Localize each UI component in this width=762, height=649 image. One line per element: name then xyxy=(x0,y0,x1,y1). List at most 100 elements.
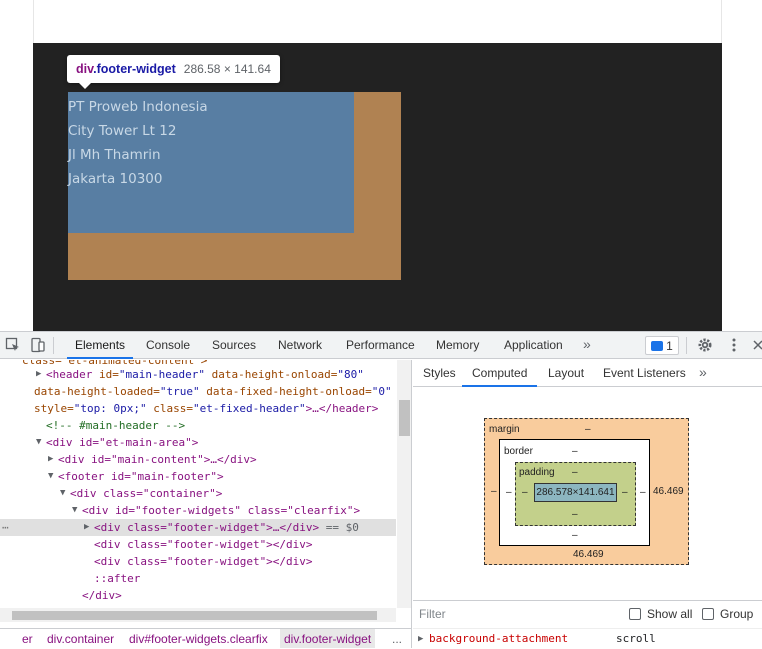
tab-sources[interactable]: Sources xyxy=(204,332,264,359)
issues-badge[interactable]: 1 xyxy=(645,336,679,355)
dom-node[interactable]: ▼ <div id="footer-widgets" class="clearf… xyxy=(0,502,396,519)
show-all-checkbox[interactable] xyxy=(629,608,641,620)
tab-event-listeners[interactable]: Event Listeners xyxy=(593,360,696,387)
dom-attr: style= xyxy=(34,402,74,415)
horizontal-scrollbar[interactable] xyxy=(0,608,396,622)
close-devtools-icon[interactable] xyxy=(752,337,762,353)
page-content: PT Proweb Indonesia City Tower Lt 12 Jl … xyxy=(33,0,722,331)
dom-tag: </div> xyxy=(82,589,122,602)
inspect-element-icon[interactable] xyxy=(5,337,21,353)
breadcrumb-item[interactable]: er xyxy=(22,629,33,648)
dom-value: "et-fixed-header" xyxy=(192,402,306,415)
dom-node[interactable]: ▶ <header id="main-header" data-height-o… xyxy=(0,366,396,383)
tab-console[interactable]: Console xyxy=(138,332,198,359)
filter-input[interactable]: Filter xyxy=(419,607,446,621)
breadcrumb-item[interactable]: div#footer-widgets.clearfix xyxy=(129,629,268,648)
padding-left-value[interactable]: – xyxy=(522,487,528,498)
dom-tree[interactable]: class="et-animated-content"> ▶ <header i… xyxy=(0,360,396,608)
dom-node[interactable]: style="top: 0px;" class="et-fixed-header… xyxy=(0,400,396,417)
breadcrumb-item[interactable]: div.container xyxy=(47,629,114,648)
dom-value: "80" xyxy=(337,368,364,381)
settings-gear-icon[interactable] xyxy=(697,337,713,353)
dom-node[interactable]: <div class="footer-widget"></div> xyxy=(0,553,396,570)
tab-application[interactable]: Application xyxy=(496,332,571,359)
tab-memory[interactable]: Memory xyxy=(428,332,487,359)
breadcrumb-item-active[interactable]: div.footer-widget xyxy=(280,629,376,648)
dom-node-selected[interactable]: ⋯ ▶ <div class="footer-widget">…</div> =… xyxy=(0,519,396,536)
address-line: Jl Mh Thamrin xyxy=(68,147,161,163)
margin-right-value[interactable]: 46.469 xyxy=(653,486,684,497)
dom-tag: <footer id="main-footer"> xyxy=(58,470,224,483)
border-right-value[interactable]: – xyxy=(640,487,646,498)
expand-triangle-icon[interactable]: ▶ xyxy=(84,519,89,536)
more-tabs-chevron-icon[interactable]: » xyxy=(583,336,591,352)
main-footer: PT Proweb Indonesia City Tower Lt 12 Jl … xyxy=(33,43,722,331)
scrollbar-thumb[interactable] xyxy=(399,400,410,436)
toolbar-divider xyxy=(53,337,54,354)
dom-node[interactable]: ▶ <div id="main-content">…</div> xyxy=(0,451,396,468)
dom-comment: <!-- #main-header --> xyxy=(46,419,186,432)
group-label: Group xyxy=(720,607,754,621)
margin-top-value[interactable]: – xyxy=(585,424,591,435)
tab-computed[interactable]: Computed xyxy=(462,360,538,387)
dom-node[interactable]: ▼ <div class="container"> xyxy=(0,485,396,502)
group-checkbox[interactable] xyxy=(702,608,714,620)
dom-node[interactable]: <div class="footer-widget"></div> xyxy=(0,536,396,553)
padding-bottom-value[interactable]: – xyxy=(572,509,578,520)
issues-icon xyxy=(651,340,664,351)
dom-node[interactable]: ▼ <div id="et-main-area"> xyxy=(0,434,396,451)
more-options-icon[interactable] xyxy=(726,337,742,353)
border-top-value[interactable]: – xyxy=(572,446,578,457)
expand-triangle-icon[interactable]: ▶ xyxy=(418,629,423,649)
vertical-scrollbar[interactable] xyxy=(397,360,411,608)
box-model-padding[interactable]: padding – – – – 286.578×141.641 xyxy=(515,462,636,526)
tab-network[interactable]: Network xyxy=(270,332,330,359)
scrollbar-thumb[interactable] xyxy=(12,611,377,620)
tab-elements[interactable]: Elements xyxy=(67,332,134,359)
tooltip-class: .footer-widget xyxy=(93,62,176,76)
address-line: Jakarta 10300 xyxy=(68,171,163,187)
breadcrumb-more[interactable]: ... xyxy=(392,629,402,648)
dom-tag: <div class="footer-widget">…</div> xyxy=(94,521,320,534)
margin-left-value[interactable]: – xyxy=(491,486,497,497)
padding-top-value[interactable]: – xyxy=(572,467,578,478)
elements-panel: class="et-animated-content"> ▶ <header i… xyxy=(0,360,412,648)
computed-property-row[interactable]: ▶ background-attachment scroll xyxy=(413,628,762,648)
tab-styles[interactable]: Styles xyxy=(413,360,466,387)
expand-triangle-icon[interactable]: ▶ xyxy=(48,451,53,468)
collapse-triangle-icon[interactable]: ▼ xyxy=(36,434,41,451)
dom-attr: data-fixed-height-onload= xyxy=(206,385,372,398)
dom-node[interactable]: ▼ <footer id="main-footer"> xyxy=(0,468,396,485)
dom-attr: class= xyxy=(153,402,193,415)
dom-value: "top: 0px;" xyxy=(73,402,147,415)
box-model-margin[interactable]: margin – – 46.469 46.469 border – – – – … xyxy=(484,418,689,565)
dom-tag: <div class="footer-widget"></div> xyxy=(94,538,313,551)
box-model-content[interactable]: 286.578×141.641 xyxy=(534,483,617,502)
border-label: border xyxy=(504,446,533,457)
dom-node[interactable]: </div> xyxy=(0,587,396,604)
dom-node[interactable]: data-height-loaded="true" data-fixed-hei… xyxy=(0,383,396,400)
expand-triangle-icon[interactable]: ▶ xyxy=(36,366,41,383)
issues-count: 1 xyxy=(666,338,673,353)
dom-value: "true" xyxy=(159,385,200,398)
tab-performance[interactable]: Performance xyxy=(338,332,423,359)
property-name: background-attachment xyxy=(429,632,569,645)
dom-node[interactable]: <!-- #main-header --> xyxy=(0,417,396,434)
dom-node[interactable]: ::after xyxy=(0,570,396,587)
border-bottom-value[interactable]: – xyxy=(572,530,578,541)
more-tabs-chevron-icon[interactable]: » xyxy=(699,364,707,380)
dom-tag: <div id="et-main-area"> xyxy=(46,436,199,449)
collapse-triangle-icon[interactable]: ▼ xyxy=(72,502,77,519)
device-toolbar-icon[interactable] xyxy=(30,337,46,353)
collapse-triangle-icon[interactable]: ▼ xyxy=(60,485,65,502)
box-model-border[interactable]: border – – – – padding – – – – 286.578×1… xyxy=(499,439,650,546)
collapse-triangle-icon[interactable]: ▼ xyxy=(48,468,53,485)
padding-right-value[interactable]: – xyxy=(622,487,628,498)
border-left-value[interactable]: – xyxy=(506,487,512,498)
devtools: Elements Console Sources Network Perform… xyxy=(0,331,762,648)
address-line: PT Proweb Indonesia xyxy=(68,99,208,115)
tab-layout[interactable]: Layout xyxy=(538,360,594,387)
margin-bottom-value[interactable]: 46.469 xyxy=(573,549,604,560)
drag-handle-icon[interactable]: ⋯ xyxy=(2,519,9,536)
dom-tag: <header xyxy=(46,368,93,381)
